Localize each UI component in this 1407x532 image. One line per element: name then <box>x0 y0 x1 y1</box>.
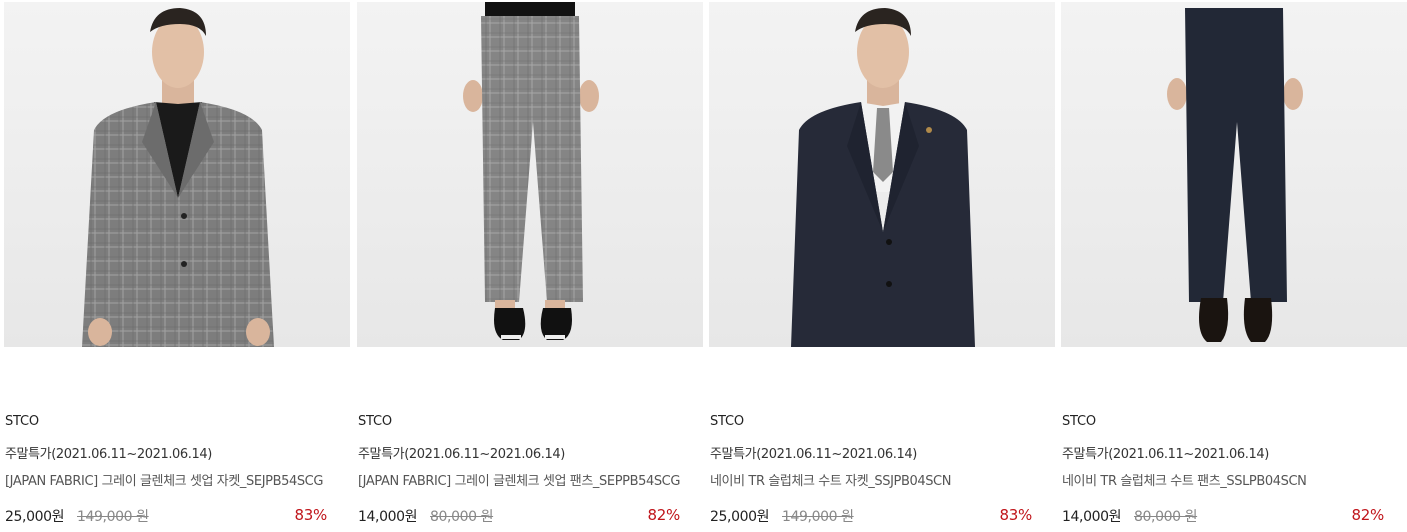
product-image[interactable] <box>1061 2 1407 347</box>
product-card[interactable]: STCO 주말특가(2021.06.11~2021.06.14) 네이비 TR … <box>709 0 1055 532</box>
price-row: 14,000원 80,000 원 82% <box>1062 506 1384 528</box>
product-promo[interactable]: 주말특가(2021.06.11~2021.06.14) <box>5 443 212 462</box>
discount-rate: 82% <box>1351 506 1385 524</box>
product-brand[interactable]: STCO <box>358 414 392 429</box>
product-card[interactable]: STCO 주말특가(2021.06.11~2021.06.14) 네이비 TR … <box>1061 0 1407 532</box>
product-grid: STCO 주말특가(2021.06.11~2021.06.14) [JAPAN … <box>0 0 1407 532</box>
product-card[interactable]: STCO 주말특가(2021.06.11~2021.06.14) [JAPAN … <box>357 0 703 532</box>
original-price: 80,000 원 <box>430 509 494 525</box>
product-promo[interactable]: 주말특가(2021.06.11~2021.06.14) <box>710 443 917 462</box>
product-image[interactable] <box>709 2 1055 347</box>
sale-price: 25,000원 <box>5 509 65 525</box>
original-price: 149,000 원 <box>782 509 854 525</box>
product-brand[interactable]: STCO <box>1062 414 1096 429</box>
product-promo[interactable]: 주말특가(2021.06.11~2021.06.14) <box>358 443 565 462</box>
product-promo[interactable]: 주말특가(2021.06.11~2021.06.14) <box>1062 443 1269 462</box>
product-brand[interactable]: STCO <box>710 414 744 429</box>
sale-price: 14,000원 <box>358 509 418 525</box>
product-name[interactable]: 네이비 TR 슬럽체크 수트 자켓_SSJPB04SCN <box>710 470 951 489</box>
price-row: 25,000원 149,000 원 83% <box>710 506 1032 528</box>
discount-rate: 83% <box>294 506 328 524</box>
discount-rate: 83% <box>999 506 1033 524</box>
product-name[interactable]: [JAPAN FABRIC] 그레이 글렌체크 셋업 팬츠_SEPPB54SCG <box>358 470 680 489</box>
product-brand[interactable]: STCO <box>5 414 39 429</box>
product-image[interactable] <box>357 2 703 347</box>
original-price: 80,000 원 <box>1134 509 1198 525</box>
product-name[interactable]: 네이비 TR 슬럽체크 수트 팬츠_SSLPB04SCN <box>1062 470 1307 489</box>
original-price: 149,000 원 <box>77 509 149 525</box>
price-row: 25,000원 149,000 원 83% <box>5 506 327 528</box>
product-card[interactable]: STCO 주말특가(2021.06.11~2021.06.14) [JAPAN … <box>4 0 350 532</box>
sale-price: 25,000원 <box>710 509 770 525</box>
price-row: 14,000원 80,000 원 82% <box>358 506 680 528</box>
product-name[interactable]: [JAPAN FABRIC] 그레이 글렌체크 셋업 자켓_SEJPB54SCG <box>5 470 323 489</box>
discount-rate: 82% <box>647 506 681 524</box>
product-image[interactable] <box>4 2 350 347</box>
sale-price: 14,000원 <box>1062 509 1122 525</box>
